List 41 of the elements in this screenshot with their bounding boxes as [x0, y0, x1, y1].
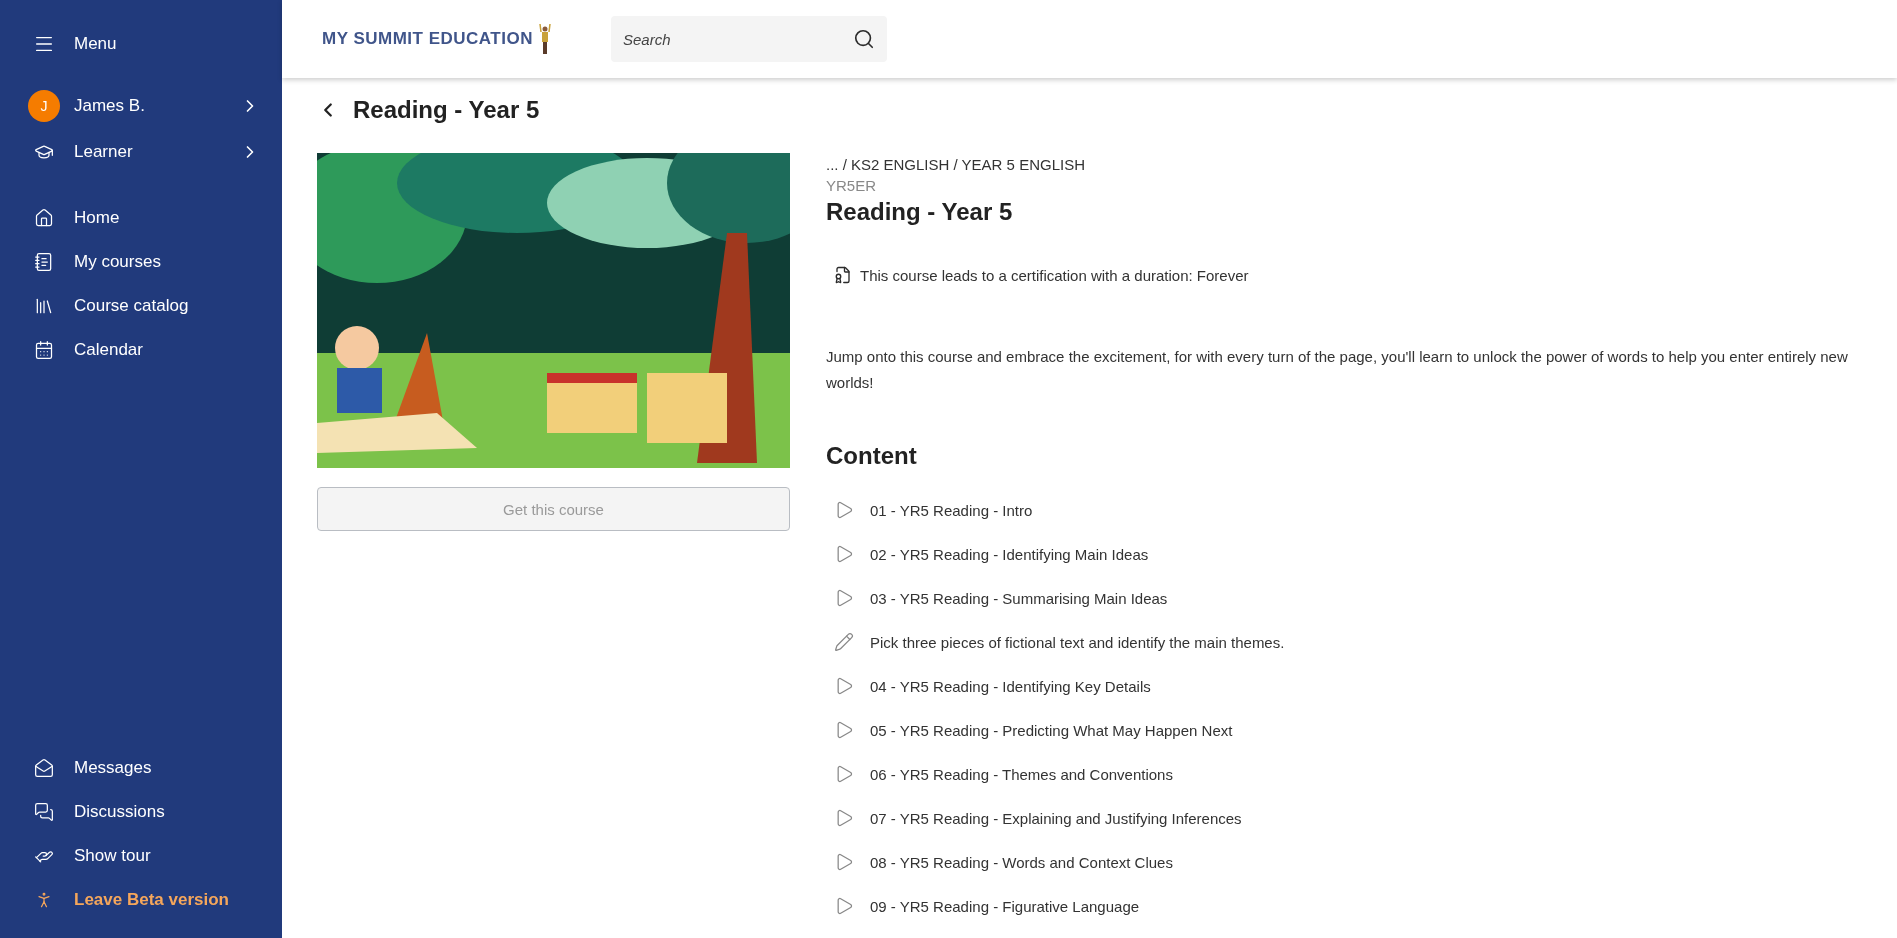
content-item[interactable]: 08 - YR5 Reading - Words and Context Clues [826, 840, 1857, 884]
content-item[interactable]: 09 - YR5 Reading - Figurative Language [826, 884, 1857, 928]
content-item[interactable]: 02 - YR5 Reading - Identifying Main Ideas [826, 532, 1857, 576]
content-item[interactable]: 01 - YR5 Reading - Intro [826, 488, 1857, 532]
sidebar-item[interactable]: Discussions [0, 796, 282, 828]
calendar-icon [34, 340, 54, 360]
envelope-icon [34, 758, 54, 778]
home-icon [34, 208, 54, 228]
certification-text: This course leads to a certification with a duration: Forever [860, 266, 1249, 284]
user-menu-item[interactable]: J James B. [0, 90, 282, 122]
content-item[interactable]: 07 - YR5 Reading - Explaining and Justifying Inferences [826, 796, 1857, 840]
chat-bubbles-icon [34, 802, 54, 822]
page-title: Reading - Year 5 [353, 96, 540, 124]
content-item[interactable]: Pick three pieces of fictional text and identify the main themes. [826, 620, 1857, 664]
content-item[interactable]: 06 - YR5 Reading - Themes and Conventions [826, 752, 1857, 796]
sidebar-item[interactable]: Home [0, 202, 282, 234]
content-item[interactable]: 05 - YR5 Reading - Predicting What May Happen Next [826, 708, 1857, 752]
search-field[interactable]: Search [611, 16, 887, 62]
content-heading: Content [826, 442, 918, 470]
course-code: YR5ER [826, 177, 878, 194]
pencil-icon [834, 632, 854, 652]
hiker-icon [539, 24, 551, 54]
sidebar-item[interactable]: Leave Beta version [0, 884, 282, 916]
certificate-icon [834, 266, 852, 284]
role-menu-item[interactable]: Learner [0, 136, 282, 168]
content-item[interactable]: 03 - YR5 Reading - Summarising Main Ideas [826, 576, 1857, 620]
logo-text: MY SUMMIT EDUCATION [322, 29, 533, 49]
sidebar-item[interactable]: Calendar [0, 334, 282, 366]
avatar: J [28, 90, 60, 122]
sidebar-item[interactable]: Course catalog [0, 290, 282, 322]
sidebar-item[interactable]: My courses [0, 246, 282, 278]
library-icon [34, 296, 54, 316]
sidebar-item[interactable]: Show tour [0, 840, 282, 872]
breadcrumb: ... / KS2 ENGLISH / YEAR 5 ENGLISH [826, 156, 1086, 173]
course-description: Jump onto this course and embrace the excitement, for with every turn of the page, you'll learn to unlock the power of words to help you enter entirely new worlds! [826, 347, 1849, 393]
sidebar-item[interactable]: Messages [0, 752, 282, 784]
course-title: Reading - Year 5 [826, 198, 1014, 226]
content-item[interactable]: 04 - YR5 Reading - Identifying Key Details [826, 664, 1857, 708]
book-icon [34, 252, 54, 272]
menu-button[interactable]: Menu [0, 28, 282, 60]
search-icon [853, 28, 875, 50]
